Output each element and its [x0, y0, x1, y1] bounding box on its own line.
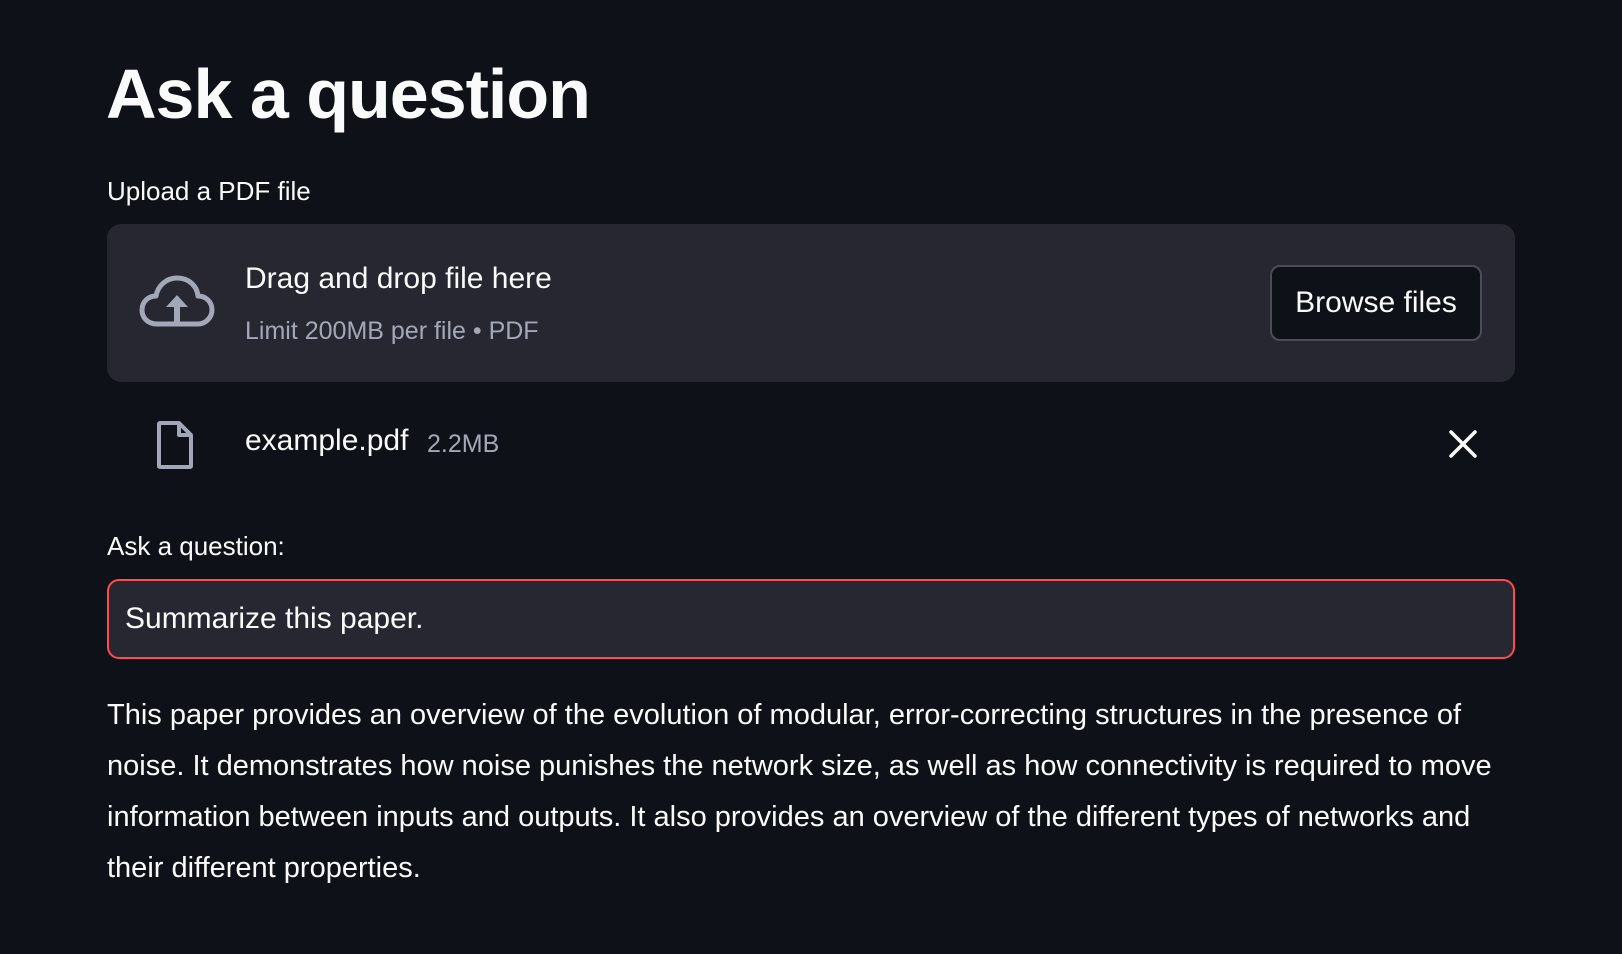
file-size: 2.2MB — [427, 430, 500, 458]
file-dropzone[interactable]: Drag and drop file here Limit 200MB per … — [107, 224, 1515, 382]
file-icon — [157, 421, 193, 469]
dropzone-limit-text: Limit 200MB per file • PDF — [245, 317, 539, 345]
question-label: Ask a question: — [107, 531, 285, 561]
page: Ask a question Upload a PDF file Drag an… — [0, 0, 1622, 954]
close-icon[interactable] — [1445, 426, 1481, 462]
cloud-upload-icon — [139, 275, 215, 327]
file-name: example.pdf — [245, 424, 409, 457]
question-input[interactable] — [107, 579, 1515, 659]
browse-files-button[interactable]: Browse files — [1270, 265, 1482, 341]
answer-text: This paper provides an overview of the e… — [107, 699, 1492, 884]
dropzone-instruction: Drag and drop file here — [245, 262, 552, 295]
uploaded-file-row: example.pdf 2.2MB — [107, 406, 1515, 482]
upload-label: Upload a PDF file — [107, 176, 311, 206]
page-title: Ask a question — [106, 55, 591, 133]
